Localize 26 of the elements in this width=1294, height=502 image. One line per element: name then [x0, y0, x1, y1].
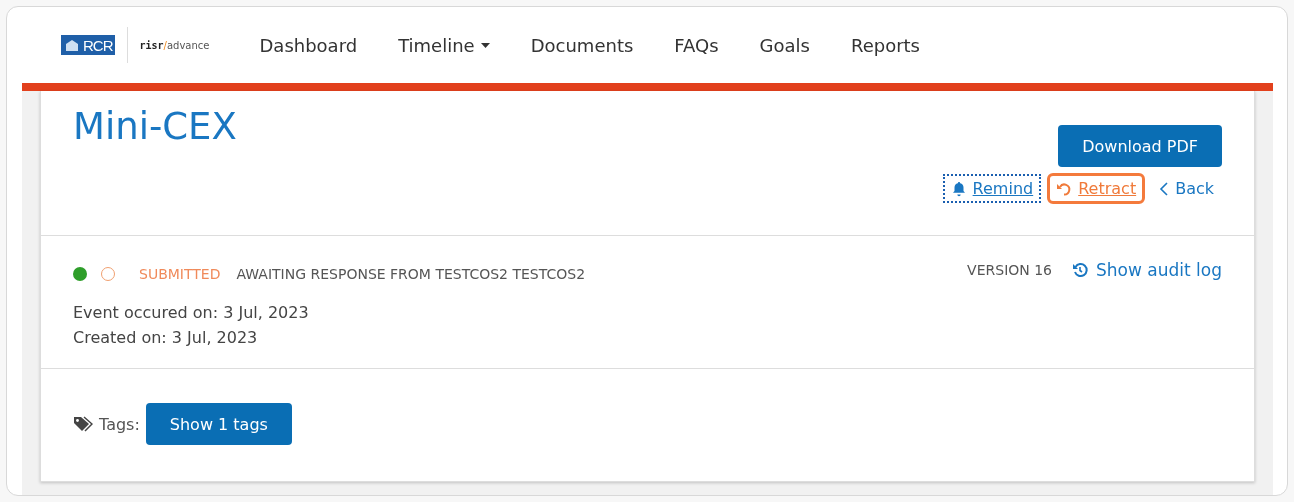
version-label: VERSION 16 — [967, 262, 1053, 278]
date-text: Event occured on: 3 Jul, 2023 — [73, 302, 310, 324]
logo-mark: RCR — [61, 35, 115, 55]
chevron-left-icon — [1159, 180, 1170, 197]
caret-icon — [480, 42, 490, 48]
date-text: Created on: 3 Jul, 2023 — [73, 327, 259, 349]
status-label: SUBMITTED — [139, 266, 221, 282]
nav-link[interactable]: Documents — [530, 34, 634, 56]
nav-link[interactable]: FAQs — [674, 34, 719, 56]
bell-icon — [950, 180, 967, 197]
undo-icon — [1056, 180, 1073, 197]
tags-icon — [73, 416, 93, 432]
nav-link[interactable]: Dashboard — [259, 34, 358, 56]
brand-logo: risr/advance — [139, 39, 210, 51]
download-button[interactable]: Download PDF — [1058, 125, 1222, 167]
show-tags-button[interactable]: Show 1 tags — [145, 403, 292, 445]
nav-link[interactable]: Timeline — [398, 34, 490, 56]
audit-log-link[interactable]: Show audit log — [1072, 260, 1222, 280]
back-link[interactable]: Back — [1151, 174, 1222, 203]
remind-link[interactable]: Remind — [942, 174, 1042, 203]
nav-link[interactable]: Reports — [850, 34, 920, 56]
status-message: AWAITING RESPONSE FROM TESTCOS2 TESTCOS2 — [236, 266, 586, 282]
history-icon — [1072, 262, 1089, 278]
nav-link[interactable]: Goals — [759, 34, 810, 56]
tags-label: Tags: — [99, 414, 140, 434]
page-title: Mini-CEX — [73, 105, 237, 150]
